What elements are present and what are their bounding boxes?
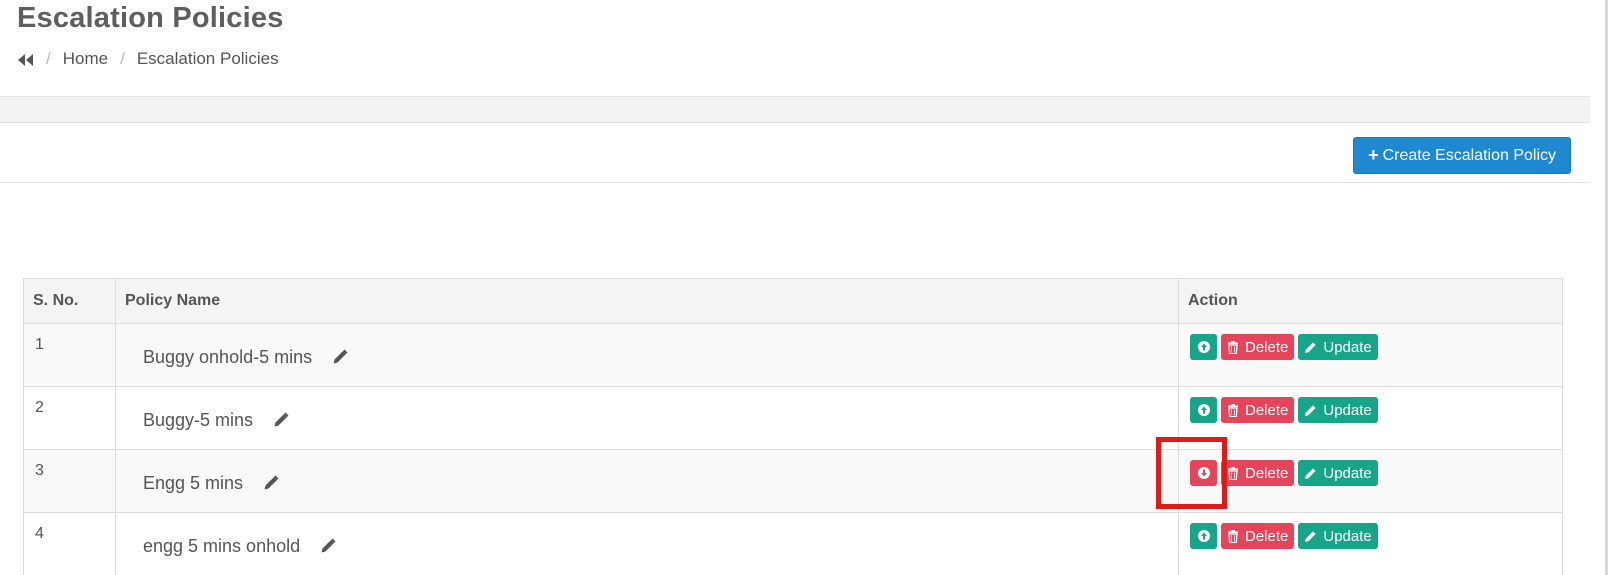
circle-arrow-up-icon — [1197, 529, 1211, 543]
sno-text: 1 — [35, 336, 44, 353]
delete-label: Delete — [1245, 527, 1289, 545]
column-header-policy-name: Policy Name — [115, 278, 1179, 324]
row-sno: 1 — [23, 323, 116, 387]
delete-label: Delete — [1245, 401, 1289, 419]
row-actions: Delete Update — [1178, 449, 1563, 513]
table-row: 1 Buggy onhold-5 mins Delete Update — [23, 323, 1563, 387]
breadcrumb: / Home / Escalation Policies — [17, 49, 279, 69]
trash-icon — [1227, 340, 1242, 354]
edit-name-pencil-icon[interactable] — [332, 349, 348, 370]
update-button[interactable]: Update — [1298, 397, 1378, 423]
table-row: 2 Buggy-5 mins Delete Update — [23, 386, 1563, 450]
breadcrumb-home[interactable]: Home — [63, 49, 108, 69]
page-title: Escalation Policies — [17, 2, 284, 34]
row-actions: Delete Update — [1178, 512, 1563, 575]
update-button[interactable]: Update — [1298, 334, 1378, 360]
row-sno: 3 — [23, 449, 116, 513]
row-policy-name: Engg 5 mins — [115, 449, 1179, 513]
update-button[interactable]: Update — [1298, 523, 1378, 549]
double-chevron-left-icon[interactable] — [17, 52, 34, 66]
update-label: Update — [1323, 338, 1372, 356]
breadcrumb-current: Escalation Policies — [136, 49, 279, 68]
page: Escalation Policies / Home / Escalation … — [0, 0, 1608, 575]
create-escalation-policy-button[interactable]: + Create Escalation Policy — [1353, 137, 1571, 174]
row-actions: Delete Update — [1178, 386, 1563, 450]
table-row: 4 engg 5 mins onhold Delete Update — [23, 512, 1563, 575]
move-up-button[interactable] — [1190, 397, 1217, 423]
pencil-icon — [1304, 341, 1320, 354]
row-sno: 2 — [23, 386, 116, 450]
breadcrumb-separator: / — [120, 49, 125, 68]
policy-name-text: Buggy-5 mins — [143, 410, 254, 430]
trash-icon — [1227, 466, 1242, 480]
breadcrumb-separator: / — [46, 49, 51, 68]
policies-table: S. No. Policy Name Action 1 Buggy onhold-… — [23, 278, 1563, 575]
delete-label: Delete — [1245, 338, 1289, 356]
row-policy-name: Buggy-5 mins — [115, 386, 1179, 450]
row-sno: 4 — [23, 512, 116, 575]
row-policy-name: engg 5 mins onhold — [115, 512, 1179, 575]
edit-name-pencil-icon[interactable] — [263, 475, 279, 496]
move-up-button[interactable] — [1190, 334, 1217, 360]
update-label: Update — [1323, 401, 1372, 419]
update-button[interactable]: Update — [1298, 460, 1378, 486]
policy-name-text: engg 5 mins onhold — [143, 536, 301, 556]
move-up-button[interactable] — [1190, 523, 1217, 549]
pencil-icon — [1304, 404, 1320, 417]
row-actions: Delete Update — [1178, 323, 1563, 387]
column-header-action: Action — [1178, 278, 1563, 324]
sno-text: 3 — [35, 462, 44, 479]
divider-bar — [0, 97, 1590, 123]
edit-name-pencil-icon[interactable] — [273, 412, 289, 433]
table-row: 3 Engg 5 mins Delete Update — [23, 449, 1563, 513]
trash-icon — [1227, 403, 1242, 417]
page-header: Escalation Policies / Home / Escalation … — [0, 0, 1590, 97]
circle-arrow-down-icon — [1197, 466, 1211, 480]
delete-label: Delete — [1245, 464, 1289, 482]
plus-icon: + — [1368, 145, 1379, 165]
policy-name-text: Buggy onhold-5 mins — [143, 347, 313, 367]
move-down-button[interactable] — [1190, 460, 1217, 486]
update-label: Update — [1323, 464, 1372, 482]
delete-button[interactable]: Delete — [1221, 397, 1295, 423]
delete-button[interactable]: Delete — [1221, 334, 1295, 360]
policy-name-text: Engg 5 mins — [143, 473, 244, 493]
trash-icon — [1227, 529, 1242, 543]
circle-arrow-up-icon — [1197, 340, 1211, 354]
toolbar: + Create Escalation Policy — [0, 123, 1590, 183]
table-header-row: S. No. Policy Name Action — [23, 278, 1563, 324]
create-button-label: Create Escalation Policy — [1382, 146, 1556, 164]
update-label: Update — [1323, 527, 1372, 545]
edit-name-pencil-icon[interactable] — [320, 538, 336, 559]
circle-arrow-up-icon — [1197, 403, 1211, 417]
delete-button[interactable]: Delete — [1221, 523, 1295, 549]
pencil-icon — [1304, 467, 1320, 480]
delete-button[interactable]: Delete — [1221, 460, 1295, 486]
sno-text: 4 — [35, 525, 44, 542]
sno-text: 2 — [35, 399, 44, 416]
row-policy-name: Buggy onhold-5 mins — [115, 323, 1179, 387]
pencil-icon — [1304, 530, 1320, 543]
column-header-sno: S. No. — [23, 278, 116, 324]
